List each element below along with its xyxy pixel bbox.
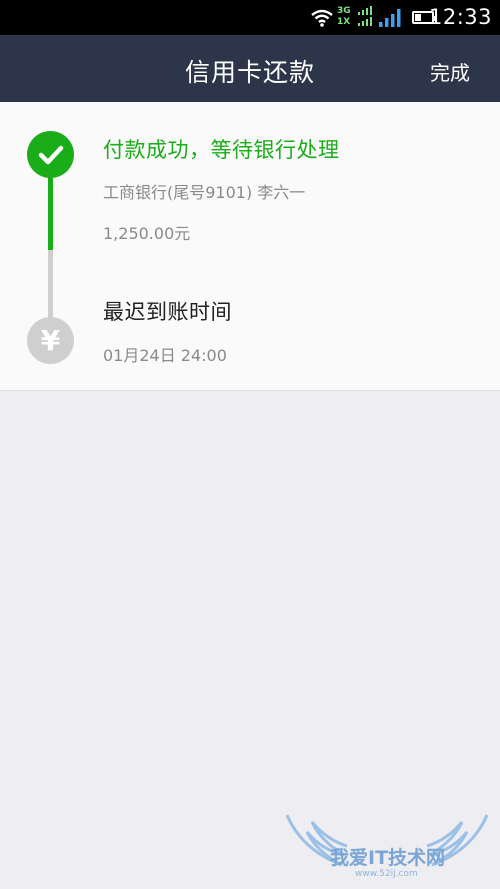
network-type-top: 3G — [337, 6, 351, 16]
yuan-icon: ¥ — [27, 317, 74, 364]
arrival-deadline-title: 最迟到账时间 — [103, 300, 232, 324]
arrival-deadline-time: 01月24日 24:00 — [103, 346, 227, 365]
wifi-icon — [311, 9, 333, 27]
status-bar: 3G 1X 12:33 — [0, 0, 500, 35]
network-type-bottom: 1X — [337, 17, 351, 27]
payment-success-title: 付款成功，等待银行处理 — [103, 138, 340, 162]
bank-card-info: 工商银行(尾号9101) 李六一 — [103, 183, 306, 202]
signal-icon — [379, 9, 401, 27]
nav-bar: 信用卡还款 完成 — [0, 35, 500, 102]
page-title: 信用卡还款 — [184, 58, 315, 87]
success-step-marker — [27, 131, 74, 178]
payment-amount: 1,250.00元 — [103, 224, 191, 243]
watermark-text: 我爱IT技术网 — [330, 847, 446, 869]
mini-signal-icon — [358, 6, 372, 15]
done-button[interactable]: 完成 — [430, 57, 470, 86]
clock: 12:33 — [428, 5, 492, 29]
watermark-url: www.52ij.com — [355, 869, 418, 879]
checkmark-icon — [38, 145, 63, 164]
progress-line-completed — [48, 172, 53, 250]
repayment-status-card: 付款成功，等待银行处理 工商银行(尾号9101) 李六一 1,250.00元 ¥… — [0, 102, 500, 391]
mini-signal-icon — [358, 17, 372, 26]
